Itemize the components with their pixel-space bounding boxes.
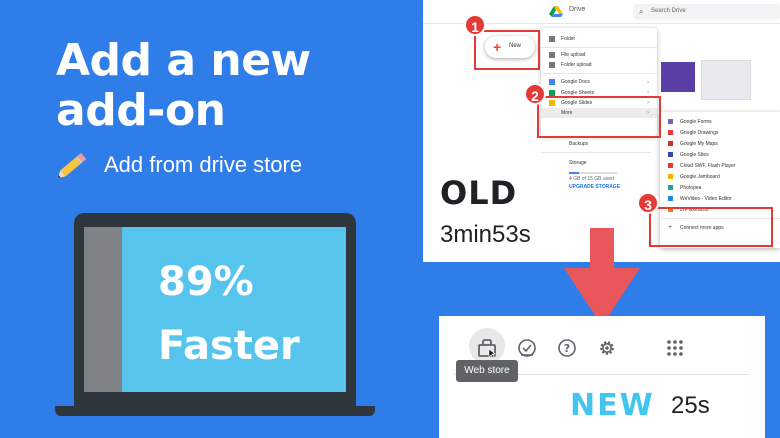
laptop-base bbox=[55, 406, 375, 416]
sites-icon bbox=[668, 152, 673, 157]
menu-item-folder[interactable]: Folder bbox=[549, 36, 576, 42]
pencil-icon bbox=[57, 152, 87, 178]
photopea-icon bbox=[668, 185, 673, 190]
submenu-label: Photopea bbox=[680, 185, 702, 191]
arrow-down-icon bbox=[564, 228, 640, 326]
subtitle-text: Add from drive store bbox=[104, 152, 303, 177]
menu-item-google-docs[interactable]: Google Docs bbox=[549, 79, 590, 85]
drive-search-input[interactable]: ⌕ Search Drive bbox=[633, 4, 780, 20]
storage-usage-fill bbox=[569, 172, 579, 174]
highlight-step-2 bbox=[537, 96, 661, 138]
step-badge-1: 1 bbox=[464, 14, 486, 36]
speed-percent: 89% bbox=[158, 259, 254, 305]
side-item-backups[interactable]: Backups bbox=[569, 141, 588, 147]
folder-upload-icon bbox=[549, 62, 555, 68]
submenu-item[interactable]: Photopea bbox=[668, 185, 702, 191]
storage-used-text: 4 GB of 15 GB used bbox=[569, 176, 614, 182]
submenu-label: Google Drawings bbox=[680, 130, 719, 136]
file-upload-icon bbox=[549, 52, 555, 58]
settings-icon[interactable] bbox=[597, 338, 617, 358]
forms-icon bbox=[668, 119, 673, 124]
chevron-right-icon: › bbox=[647, 80, 649, 86]
highlight-step-3 bbox=[649, 207, 773, 247]
drive-search-placeholder: Search Drive bbox=[651, 8, 686, 14]
menu-item-label: Folder upload bbox=[561, 62, 592, 68]
submenu-label: Google My Maps bbox=[680, 141, 718, 147]
apps-grid-icon[interactable] bbox=[665, 338, 685, 358]
drive-file-thumbnail[interactable] bbox=[701, 60, 751, 100]
subtitle: Add from drive store bbox=[56, 150, 302, 180]
menu-item-label: Folder bbox=[561, 36, 576, 42]
search-icon: ⌕ bbox=[639, 7, 644, 16]
web-store-tooltip: Web store bbox=[456, 360, 518, 382]
submenu-label: Google Forms bbox=[680, 119, 712, 125]
storage-usage-bar bbox=[569, 172, 617, 174]
drive-file-thumbnail[interactable] bbox=[661, 62, 695, 92]
submenu-label: Google Sites bbox=[680, 152, 709, 158]
laptop-screen-sidebar bbox=[84, 227, 122, 392]
speed-word: Faster bbox=[158, 323, 300, 369]
help-icon[interactable]: ? bbox=[557, 338, 577, 358]
submenu-item[interactable]: Cloud SWF, Flash Player bbox=[668, 163, 736, 169]
submenu-label: Google Jamboard bbox=[680, 174, 720, 180]
side-item-storage[interactable]: Storage bbox=[569, 160, 587, 166]
new-time: 25s bbox=[671, 392, 710, 419]
flash-player-icon bbox=[668, 163, 673, 168]
submenu-item[interactable]: Google Drawings bbox=[668, 130, 719, 136]
submenu-item[interactable]: WeVideo - Video Editor bbox=[668, 196, 732, 202]
old-flow-panel: Drive ⌕ Search Drive Folder File upload … bbox=[423, 0, 780, 262]
my-maps-icon bbox=[668, 141, 673, 146]
upgrade-storage-link[interactable]: UPGRADE STORAGE bbox=[569, 184, 620, 190]
menu-divider bbox=[541, 47, 657, 48]
wevideo-icon bbox=[668, 196, 673, 201]
drive-app-name: Drive bbox=[569, 6, 586, 13]
submenu-item[interactable]: Google Jamboard bbox=[668, 174, 720, 180]
submenu-label: WeVideo - Video Editor bbox=[680, 196, 732, 202]
headline-line-2: add-on bbox=[56, 85, 226, 136]
new-label: NEW bbox=[570, 388, 655, 423]
menu-item-label: File upload bbox=[561, 52, 586, 58]
web-store-icon bbox=[478, 339, 496, 358]
docs-icon bbox=[549, 79, 555, 85]
folder-icon bbox=[549, 36, 555, 42]
submenu-label: Cloud SWF, Flash Player bbox=[680, 163, 736, 169]
submenu-item[interactable]: Google Forms bbox=[668, 119, 712, 125]
old-time: 3min53s bbox=[440, 221, 531, 248]
headline: Add a new add-on bbox=[56, 36, 311, 136]
old-label: OLD bbox=[440, 174, 518, 212]
menu-divider bbox=[541, 73, 657, 74]
side-divider bbox=[541, 152, 651, 153]
jamboard-icon bbox=[668, 174, 673, 179]
submenu-item[interactable]: Google My Maps bbox=[668, 141, 718, 147]
headline-line-1: Add a new bbox=[56, 35, 311, 86]
new-flow-panel: ? Web store NEW 25s bbox=[439, 316, 765, 438]
highlight-step-1 bbox=[474, 30, 540, 70]
drive-logo-icon bbox=[549, 6, 563, 17]
menu-item-folder-upload[interactable]: Folder upload bbox=[549, 62, 592, 68]
svg-text:?: ? bbox=[564, 342, 570, 355]
submenu-item[interactable]: Google Sites bbox=[668, 152, 709, 158]
menu-item-label: Google Docs bbox=[561, 79, 590, 85]
step-badge-3: 3 bbox=[637, 192, 659, 214]
step-badge-2: 2 bbox=[524, 83, 546, 105]
drawings-icon bbox=[668, 130, 673, 135]
menu-item-file-upload[interactable]: File upload bbox=[549, 52, 586, 58]
speed-claim: 89% Faster bbox=[158, 250, 300, 378]
tasks-icon[interactable] bbox=[517, 338, 537, 358]
